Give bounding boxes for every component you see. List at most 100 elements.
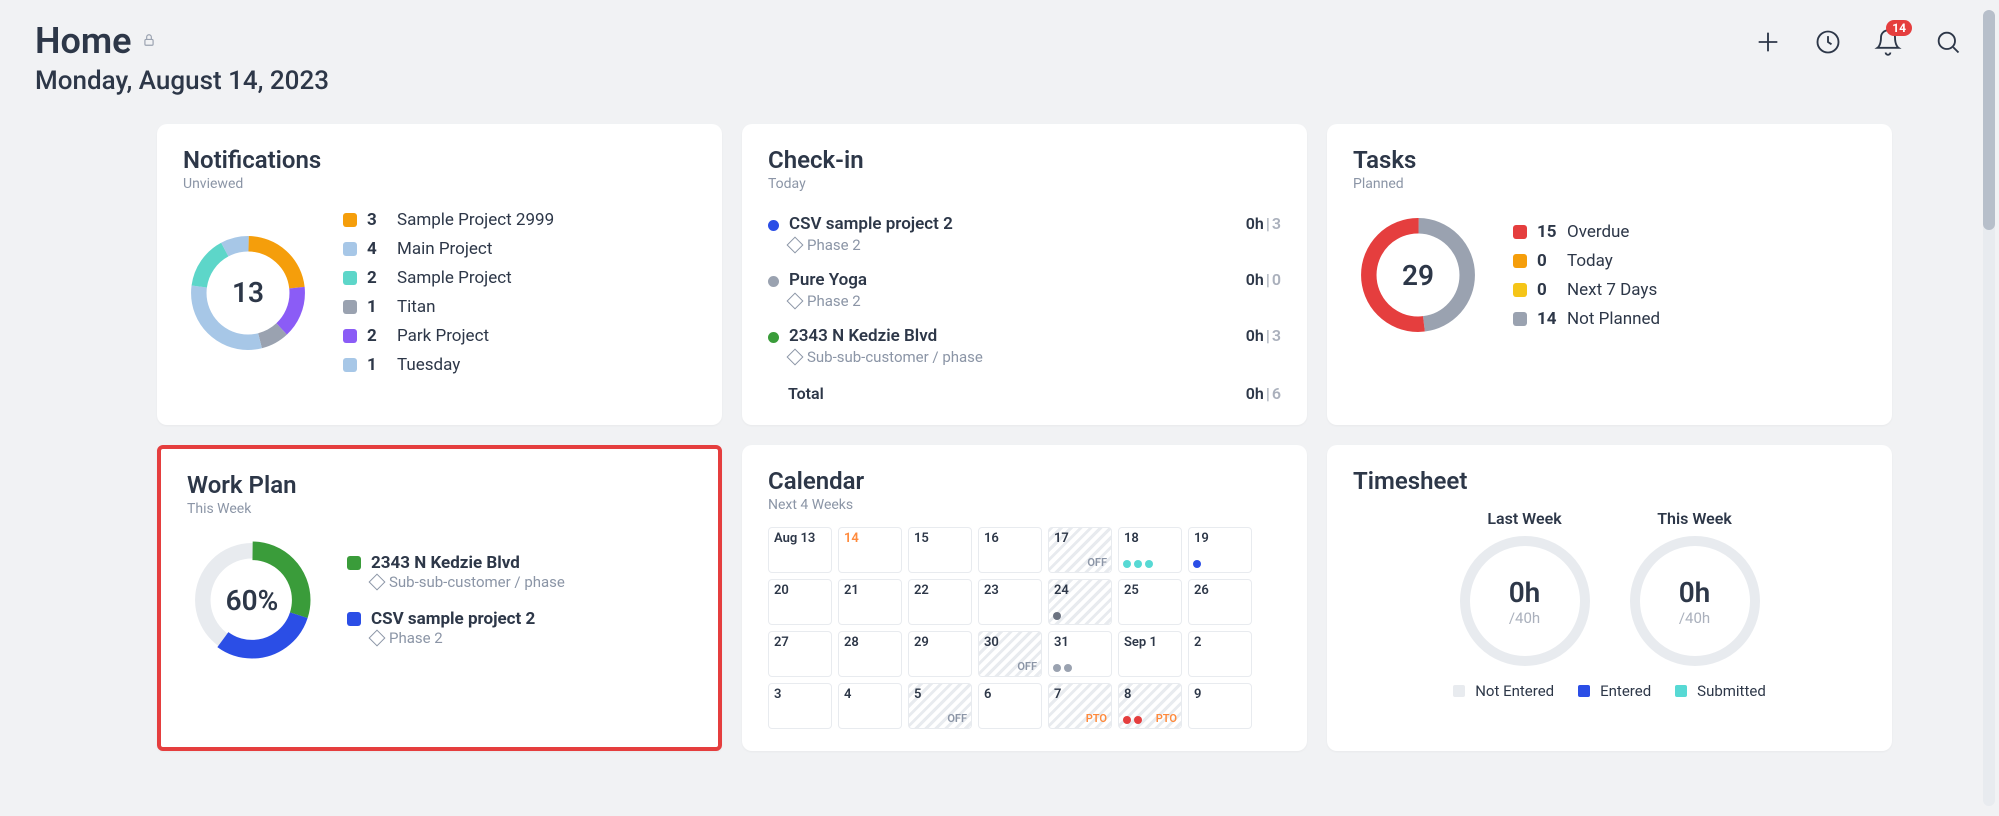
- tasks-card[interactable]: Tasks Planned 29 15Overdue0Today0Next 7 …: [1327, 124, 1892, 425]
- checkin-row[interactable]: 2343 N Kedzie Blvd Sub-sub-customer / pha…: [768, 318, 1281, 374]
- notifications-legend-row[interactable]: 1Titan: [343, 297, 554, 317]
- workplan-card[interactable]: Work Plan This Week 60% 2343 N Kedzie Bl…: [157, 445, 722, 751]
- calendar-cell[interactable]: 17OFF: [1048, 527, 1112, 573]
- checkin-row[interactable]: CSV sample project 2Phase 20h|3: [768, 206, 1281, 262]
- calendar-daynum: 22: [914, 583, 929, 598]
- calendar-cell[interactable]: 30OFF: [978, 631, 1042, 677]
- notifications-legend-row[interactable]: 2Park Project: [343, 326, 554, 346]
- calendar-cell[interactable]: 23: [978, 579, 1042, 625]
- tasks-legend-row[interactable]: 0Next 7 Days: [1513, 280, 1660, 300]
- calendar-cell[interactable]: 27: [768, 631, 832, 677]
- calendar-title: Calendar: [768, 467, 1281, 495]
- tasks-legend-row[interactable]: 14Not Planned: [1513, 309, 1660, 329]
- timesheet-legend-item: Submitted: [1675, 682, 1766, 700]
- tasks-donut: 29: [1353, 210, 1483, 340]
- calendar-dots: [1123, 716, 1142, 724]
- calendar-cell[interactable]: 22: [908, 579, 972, 625]
- checkin-name: Pure Yoga: [789, 270, 867, 290]
- timesheet-label: Last Week: [1460, 509, 1590, 528]
- workplan-subtitle: This Week: [187, 501, 692, 517]
- timesheet-card[interactable]: Timesheet Last Week0h/40hThis Week0h/40h…: [1327, 445, 1892, 751]
- calendar-cell[interactable]: 19: [1188, 527, 1252, 573]
- tasks-legend-row[interactable]: 0 Today: [1513, 251, 1660, 271]
- calendar-daynum: 27: [774, 635, 789, 650]
- lock-icon: [142, 32, 156, 51]
- notifications-legend-row[interactable]: 4Main Project: [343, 239, 554, 259]
- tasks-title: Tasks: [1353, 146, 1866, 174]
- scrollbar-thumb[interactable]: [1983, 10, 1995, 230]
- calendar-cell[interactable]: 21: [838, 579, 902, 625]
- diamond-icon: [787, 237, 804, 254]
- tasks-total: 29: [1353, 210, 1483, 340]
- calendar-cell[interactable]: 16: [978, 527, 1042, 573]
- calendar-cell[interactable]: 28: [838, 631, 902, 677]
- calendar-daynum: 5: [914, 687, 921, 702]
- calendar-cell[interactable]: 18: [1118, 527, 1182, 573]
- timesheet-circle: 0h/40h: [1460, 536, 1590, 666]
- add-button[interactable]: [1752, 26, 1784, 58]
- notifications-legend-row[interactable]: 3Sample Project 2999: [343, 210, 554, 230]
- calendar-cell[interactable]: 20: [768, 579, 832, 625]
- workplan-item[interactable]: 2343 N Kedzie BlvdSub-sub-customer / pha…: [347, 553, 565, 591]
- workplan-item[interactable]: CSV sample project 2Phase 2: [347, 609, 565, 647]
- calendar-cell[interactable]: 6: [978, 683, 1042, 729]
- calendar-cell[interactable]: 7PTO: [1048, 683, 1112, 729]
- calendar-daynum: 23: [984, 583, 999, 598]
- scrollbar[interactable]: [1983, 10, 1995, 806]
- checkin-row[interactable]: Pure YogaPhase 20h|0: [768, 262, 1281, 318]
- swatch-icon: [1513, 312, 1527, 326]
- checkin-subtitle: Today: [768, 176, 1281, 192]
- checkin-name: 2343 N Kedzie Blvd: [789, 326, 983, 346]
- calendar-cell[interactable]: 26: [1188, 579, 1252, 625]
- calendar-card[interactable]: Calendar Next 4 Weeks Aug 1314151617OFF1…: [742, 445, 1307, 751]
- calendar-cell[interactable]: 25: [1118, 579, 1182, 625]
- calendar-cell[interactable]: 15: [908, 527, 972, 573]
- swatch-icon: [347, 612, 361, 626]
- timesheet-legend-item: Entered: [1578, 682, 1651, 700]
- calendar-daynum: 18: [1124, 531, 1139, 546]
- calendar-daynum: 6: [984, 687, 991, 702]
- calendar-cell[interactable]: 4: [838, 683, 902, 729]
- calendar-cell[interactable]: 3: [768, 683, 832, 729]
- legend-count: 4: [367, 239, 387, 259]
- legend-count: 1: [367, 297, 387, 317]
- timesheet-block[interactable]: Last Week 0h/40h: [1460, 509, 1590, 666]
- checkin-hours: 0h|3: [1246, 326, 1281, 345]
- calendar-cell[interactable]: 14: [838, 527, 902, 573]
- calendar-cell[interactable]: Sep 1: [1118, 631, 1182, 677]
- calendar-cell[interactable]: Aug 13: [768, 527, 832, 573]
- calendar-daynum: 7: [1054, 687, 1061, 702]
- calendar-off-tag: OFF: [1087, 556, 1107, 569]
- legend-count: 0: [1537, 251, 1557, 271]
- calendar-cell[interactable]: 24: [1048, 579, 1112, 625]
- dot-icon: [768, 276, 779, 287]
- calendar-cell[interactable]: 5OFF: [908, 683, 972, 729]
- legend-count: 2: [367, 326, 387, 346]
- calendar-cell[interactable]: 9: [1188, 683, 1252, 729]
- calendar-pto-tag: PTO: [1156, 712, 1177, 725]
- calendar-cell[interactable]: 2: [1188, 631, 1252, 677]
- workplan-title: Work Plan: [187, 471, 692, 499]
- calendar-cell[interactable]: 8PTO: [1118, 683, 1182, 729]
- notifications-legend-row[interactable]: 2Sample Project: [343, 268, 554, 288]
- calendar-daynum: 9: [1194, 687, 1201, 702]
- calendar-daynum: 14: [844, 531, 859, 546]
- notifications-button[interactable]: 14: [1872, 26, 1904, 58]
- tasks-legend-row[interactable]: 15Overdue: [1513, 222, 1660, 242]
- notifications-legend-row[interactable]: 1Tuesday: [343, 355, 554, 375]
- search-button[interactable]: [1932, 26, 1964, 58]
- legend-label: Today: [1567, 251, 1613, 271]
- calendar-dots: [1193, 560, 1201, 568]
- checkin-card[interactable]: Check-in Today CSV sample project 2Phase…: [742, 124, 1307, 425]
- calendar-cell[interactable]: 31: [1048, 631, 1112, 677]
- calendar-daynum: Sep 1: [1124, 635, 1157, 650]
- diamond-icon: [787, 293, 804, 310]
- timesheet-block[interactable]: This Week0h/40h: [1630, 509, 1760, 666]
- calendar-daynum: 19: [1194, 531, 1209, 546]
- history-button[interactable]: [1812, 26, 1844, 58]
- checkin-sub: Sub-sub-customer / phase: [789, 348, 983, 366]
- swatch-icon: [343, 242, 357, 256]
- notifications-card[interactable]: Notifications Unviewed 13 3Sample Projec…: [157, 124, 722, 425]
- calendar-cell[interactable]: 29: [908, 631, 972, 677]
- notifications-title: Notifications: [183, 146, 696, 174]
